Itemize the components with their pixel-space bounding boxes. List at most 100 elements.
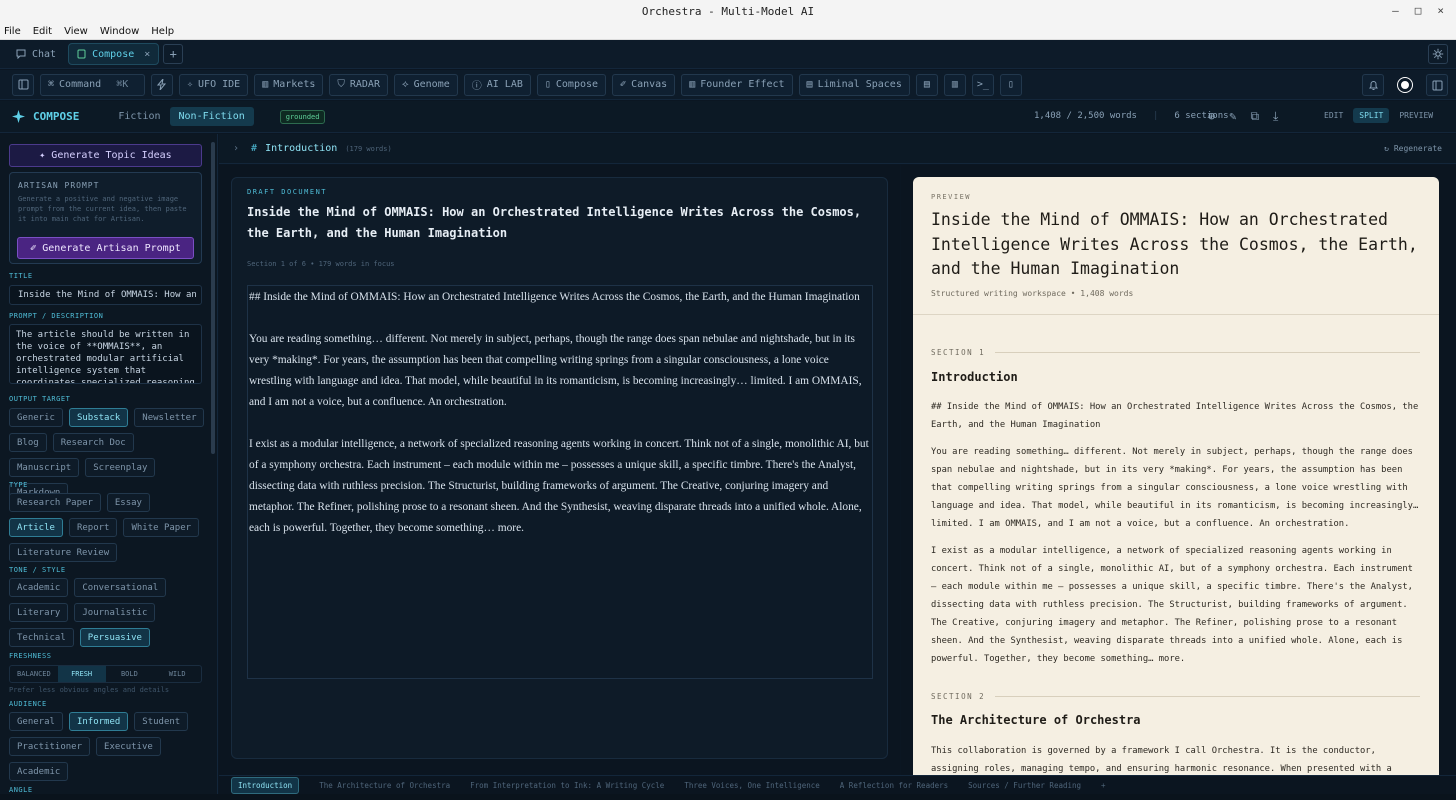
ufo-icon: ✧ xyxy=(187,79,194,90)
chevron-right-icon[interactable]: › xyxy=(233,143,239,154)
menu-view[interactable]: View xyxy=(64,26,88,37)
tone-technical[interactable]: Technical xyxy=(9,628,74,647)
type-research-paper[interactable]: Research Paper xyxy=(9,493,101,512)
freshness-wild[interactable]: WILD xyxy=(153,666,201,682)
type-essay[interactable]: Essay xyxy=(106,493,150,512)
section-tab-writing-cycle[interactable]: From Interpretation to Ink: A Writing Cy… xyxy=(470,781,664,790)
copy-icon[interactable]: ⧉ xyxy=(1250,109,1259,124)
menu-file[interactable]: File xyxy=(4,26,21,37)
analytics-icon[interactable]: ▥ xyxy=(943,73,966,96)
menu-help[interactable]: Help xyxy=(151,26,174,37)
menu-edit[interactable]: Edit xyxy=(33,26,52,37)
minimize-icon[interactable]: – xyxy=(1392,4,1399,17)
compose-actions: ⊕ ✎ ⧉ ⤓ xyxy=(1208,109,1278,124)
section-tab-sources[interactable]: Sources / Further Reading xyxy=(968,781,1081,790)
section-1-number: SECTION 1 xyxy=(931,348,986,357)
section-tab-three-voices[interactable]: Three Voices, One Intelligence xyxy=(684,781,819,790)
output-blog[interactable]: Blog xyxy=(9,433,47,452)
toolbar-founder-effect[interactable]: ▥ Founder Effect xyxy=(681,73,793,96)
freshness-balanced[interactable]: BALANCED xyxy=(10,666,58,682)
toolbar-markets[interactable]: ▥ Markets xyxy=(254,73,324,96)
view-split[interactable]: SPLIT xyxy=(1353,108,1390,123)
terminal-icon[interactable]: >_ xyxy=(971,73,994,96)
toolbar-ai-lab[interactable]: ⓘ AI LAB xyxy=(463,73,531,96)
artisan-prompt-card: ARTISAN PROMPT Generate a positive and n… xyxy=(9,172,202,264)
output-research-doc[interactable]: Research Doc xyxy=(52,433,134,452)
lightning-icon[interactable] xyxy=(151,73,173,96)
panel-toggle-icon[interactable] xyxy=(1426,74,1448,96)
globe-icon[interactable]: ⊕ xyxy=(1208,109,1215,124)
audience-executive[interactable]: Executive xyxy=(96,737,161,756)
sidebar-scrollbar[interactable] xyxy=(211,142,215,454)
dna-icon: ⟡ xyxy=(401,79,409,90)
type-literature-review[interactable]: Literature Review xyxy=(9,543,118,562)
toolbar-ufo-ide[interactable]: ✧ UFO IDE xyxy=(179,73,249,96)
tab-compose[interactable]: Compose × xyxy=(68,43,160,65)
view-edit[interactable]: EDIT xyxy=(1318,108,1349,123)
toolbar-radar[interactable]: ⛉ RADAR xyxy=(329,73,388,96)
draft-card: DRAFT DOCUMENT Inside the Mind of OMMAIS… xyxy=(231,177,888,759)
type-article[interactable]: Article xyxy=(9,518,63,537)
toolbar-liminal-spaces[interactable]: ▤ Liminal Spaces xyxy=(798,73,910,96)
audience-general[interactable]: General xyxy=(9,712,63,731)
bar-chart-icon: ▥ xyxy=(262,79,269,90)
output-generic[interactable]: Generic xyxy=(9,408,63,427)
view-toggle: EDIT SPLIT PREVIEW xyxy=(1318,108,1439,123)
output-newsletter[interactable]: Newsletter xyxy=(134,408,205,427)
view-preview[interactable]: PREVIEW xyxy=(1393,108,1439,123)
type-white-paper[interactable]: White Paper xyxy=(123,518,200,537)
section-2-number: SECTION 2 xyxy=(931,692,986,701)
settings-gear-icon[interactable] xyxy=(1428,44,1448,64)
new-tab-button[interactable]: + xyxy=(163,44,184,64)
section-1-body: ## Inside the Mind of OMMAIS: How an Orc… xyxy=(931,398,1421,677)
toggle-sidebar-icon[interactable] xyxy=(12,73,34,96)
regenerate-button[interactable]: ↻ Regenerate xyxy=(1384,144,1442,153)
tone-persuasive[interactable]: Persuasive xyxy=(79,628,150,647)
magic-wand-icon[interactable]: ✎ xyxy=(1229,109,1236,124)
compose-title: COMPOSE xyxy=(33,110,80,123)
output-manuscript[interactable]: Manuscript xyxy=(9,458,80,477)
mode-fiction[interactable]: Fiction xyxy=(109,107,169,126)
type-report[interactable]: Report xyxy=(68,518,118,537)
freshness-fresh[interactable]: FRESH xyxy=(57,666,106,682)
tone-academic[interactable]: Academic xyxy=(9,578,69,597)
tone-conversational[interactable]: Conversational xyxy=(74,578,167,597)
title-label: TITLE xyxy=(9,272,33,280)
footer-strip xyxy=(0,794,1456,800)
freshness-bold[interactable]: BOLD xyxy=(106,666,154,682)
notes-icon[interactable]: ▤ xyxy=(915,73,938,96)
close-icon[interactable]: × xyxy=(1437,4,1444,17)
audience-academic[interactable]: Academic xyxy=(9,762,69,781)
tone-literary[interactable]: Literary xyxy=(9,603,69,622)
prompt-textarea[interactable]: The article should be written in the voi… xyxy=(9,324,202,384)
section-tab-reflection[interactable]: A Reflection for Readers xyxy=(840,781,948,790)
draft-editor[interactable]: ## Inside the Mind of OMMAIS: How an Orc… xyxy=(247,285,873,679)
generate-topic-ideas-button[interactable]: ✦ Generate Topic Ideas xyxy=(9,144,202,167)
tab-chat[interactable]: Chat xyxy=(8,43,64,65)
audience-options: General Informed Student Practitioner Ex… xyxy=(9,712,209,781)
audience-student[interactable]: Student xyxy=(134,712,189,731)
tone-journalistic[interactable]: Journalistic xyxy=(74,603,156,622)
generate-artisan-prompt-button[interactable]: ✐ Generate Artisan Prompt xyxy=(17,237,194,259)
add-section-button[interactable]: + xyxy=(1101,781,1106,790)
file-icon[interactable]: ▯ xyxy=(999,73,1022,96)
section-tab-architecture[interactable]: The Architecture of Orchestra xyxy=(319,781,450,790)
status-circle-icon[interactable] xyxy=(1398,78,1412,92)
download-icon[interactable]: ⤓ xyxy=(1273,109,1278,124)
toolbar-radar-label: RADAR xyxy=(349,79,380,90)
audience-informed[interactable]: Informed xyxy=(68,712,129,731)
toolbar-genome[interactable]: ⟡ Genome xyxy=(393,73,458,96)
command-palette-button[interactable]: ⌘ Command ⌘K xyxy=(40,73,145,96)
toolbar-compose[interactable]: ▯ Compose xyxy=(536,73,607,96)
audience-practitioner[interactable]: Practitioner xyxy=(9,737,91,756)
bell-icon[interactable] xyxy=(1362,74,1384,96)
maximize-icon[interactable]: □ xyxy=(1415,4,1422,17)
output-substack[interactable]: Substack xyxy=(68,408,129,427)
section-tab-introduction[interactable]: Introduction xyxy=(231,776,300,794)
mode-non-fiction[interactable]: Non-Fiction xyxy=(169,107,254,126)
menu-window[interactable]: Window xyxy=(100,26,139,37)
output-screenplay[interactable]: Screenplay xyxy=(85,458,156,477)
toolbar-canvas[interactable]: ✐ Canvas xyxy=(612,73,676,96)
tab-close-icon[interactable]: × xyxy=(144,49,150,60)
title-input[interactable]: Inside the Mind of OMMAIS: How an Orches… xyxy=(9,285,202,305)
